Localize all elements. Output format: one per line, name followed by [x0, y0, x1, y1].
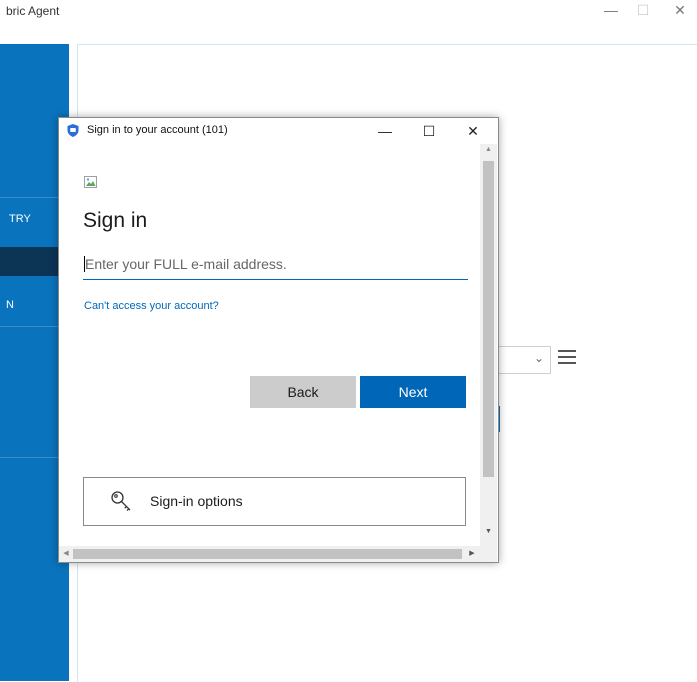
shield-icon — [67, 124, 79, 137]
horizontal-scrollbar-thumb[interactable] — [73, 549, 462, 559]
signin-heading: Sign in — [83, 209, 148, 232]
scroll-down-icon[interactable]: ▼ — [480, 528, 497, 542]
back-button[interactable]: Back — [250, 376, 356, 408]
hamburger-menu-icon[interactable] — [558, 350, 576, 368]
email-field[interactable] — [83, 249, 468, 280]
dialog-close-button[interactable]: ✕ — [451, 118, 495, 144]
dialog-maximize-button[interactable]: ☐ — [407, 118, 451, 144]
chevron-down-icon: ⌄ — [533, 351, 544, 365]
key-icon — [111, 491, 131, 511]
sidebar-item-label[interactable]: N — [6, 299, 14, 311]
scrollbar-corner — [480, 546, 497, 562]
next-button[interactable]: Next — [360, 376, 466, 408]
cant-access-account-link[interactable]: Can't access your account? — [84, 300, 219, 312]
dialog-title: Sign in to your account (101) — [87, 124, 228, 136]
background-window-title: bric Agent — [6, 4, 60, 18]
broken-image-icon — [84, 176, 97, 188]
background-minimize-button[interactable]: — — [596, 2, 626, 22]
scroll-right-icon[interactable]: ▶ — [467, 547, 477, 561]
scroll-left-icon[interactable]: ◀ — [61, 547, 71, 561]
signin-options-label: Sign-in options — [150, 493, 243, 509]
background-dropdown[interactable]: ⌄ — [498, 346, 551, 374]
signin-dialog: Sign in to your account (101) — ☐ ✕ Sign… — [58, 117, 499, 563]
sidebar-item-label[interactable]: TRY — [9, 213, 31, 225]
scroll-up-icon[interactable]: ▲ — [480, 146, 497, 160]
dialog-minimize-button[interactable]: — — [363, 118, 407, 144]
signin-options-button[interactable]: Sign-in options — [83, 477, 466, 526]
dialog-titlebar[interactable]: Sign in to your account (101) — ☐ ✕ — [59, 118, 498, 144]
vertical-scrollbar-thumb[interactable] — [483, 161, 494, 477]
text-caret — [84, 256, 85, 272]
background-maximize-button[interactable]: ☐ — [628, 2, 658, 22]
background-close-button[interactable]: ✕ — [665, 2, 695, 22]
